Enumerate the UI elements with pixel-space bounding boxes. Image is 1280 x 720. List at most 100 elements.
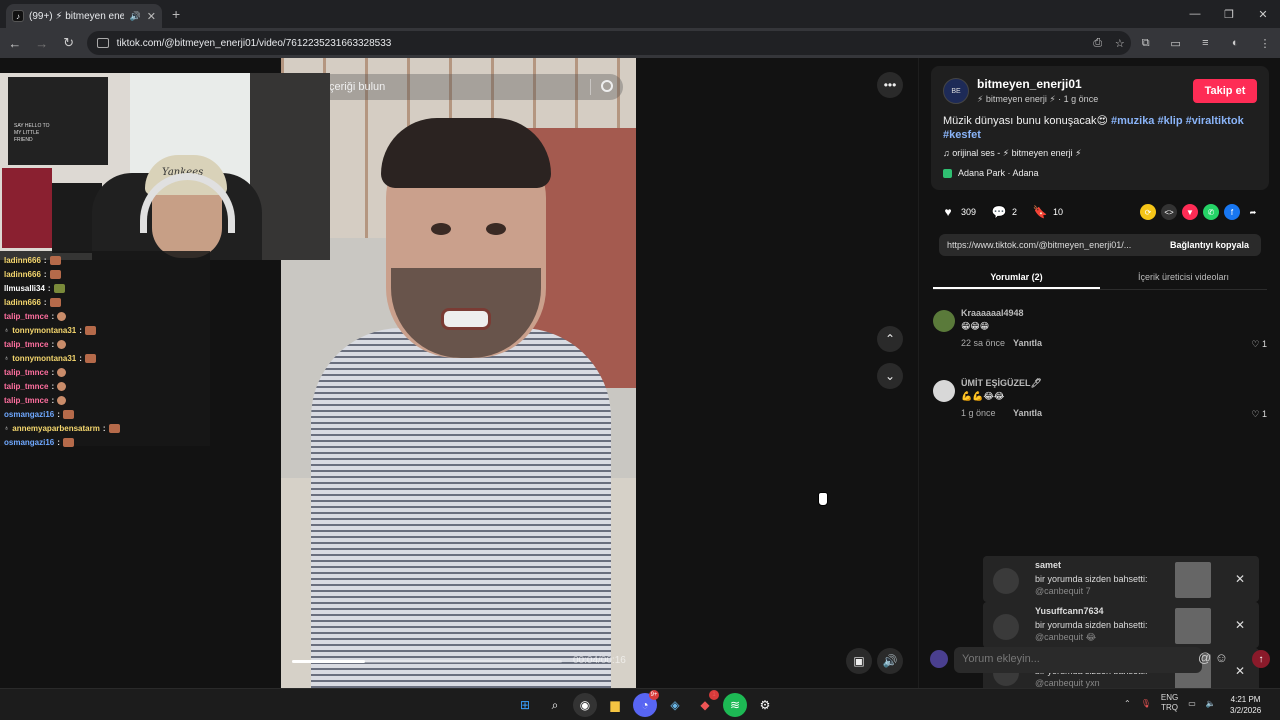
comment-button[interactable]: 💬 2: [990, 203, 1018, 221]
commenter-avatar[interactable]: [933, 310, 955, 332]
browser-tab[interactable]: ♪ (99+) ⚡ bitmeyen enerji ⚡ 🔊 ✕: [6, 4, 162, 28]
search-icon[interactable]: [601, 80, 613, 92]
reload-icon[interactable]: ↻: [57, 31, 81, 55]
file-explorer-icon[interactable]: ▆: [603, 693, 627, 717]
chat-username[interactable]: ladinn666: [4, 298, 41, 307]
extensions-icon[interactable]: ⧉: [1131, 37, 1161, 50]
close-window-button[interactable]: ✕: [1246, 0, 1280, 28]
chevron-down-icon[interactable]: ⌄: [877, 363, 903, 389]
facebook-icon[interactable]: f: [1224, 204, 1240, 220]
reply-button[interactable]: Yanıtla: [1013, 338, 1042, 348]
author-name[interactable]: bitmeyen_enerji01: [977, 77, 1082, 91]
location-icon: [943, 168, 952, 178]
chat-emote-icon: [57, 311, 67, 321]
windows-start-icon[interactable]: ⊞: [513, 693, 537, 717]
chat-message: talip_tmnce:: [4, 337, 206, 351]
search-icon[interactable]: ⌕: [543, 693, 567, 717]
cast-icon[interactable]: ▭: [1161, 37, 1191, 50]
back-icon[interactable]: ←: [3, 31, 27, 55]
chat-username[interactable]: ladinn666: [4, 256, 41, 265]
author-avatar[interactable]: BE: [943, 78, 969, 104]
reply-button[interactable]: Yanıtla: [1013, 408, 1042, 418]
language-indicator[interactable]: ENG TRQ: [1161, 693, 1178, 713]
video-progress-bar[interactable]: [292, 660, 562, 663]
profile-avatar[interactable]: ◐: [1220, 37, 1250, 49]
close-icon[interactable]: ✕: [1235, 572, 1245, 586]
bookmark-star-icon[interactable]: ☆: [1109, 37, 1131, 50]
clock[interactable]: 4:21 PM 3/2/2026: [1230, 694, 1261, 716]
install-app-icon[interactable]: ⎙: [1087, 37, 1109, 50]
share-arrow-icon[interactable]: ➦: [1245, 204, 1261, 220]
tab-search-icon[interactable]: ≡: [1190, 37, 1220, 49]
speaker-icon[interactable]: 🔈: [1206, 699, 1216, 708]
follow-button[interactable]: Takip et: [1193, 79, 1257, 103]
spotify-icon[interactable]: ≋: [723, 693, 747, 717]
discord-icon[interactable]: ◔ 9+: [633, 690, 659, 717]
steam-icon[interactable]: ◈: [663, 693, 687, 717]
mention-notification[interactable]: samet bir yorumda sizden bahsetti: @canbeq…: [983, 556, 1259, 602]
mention-emoji-icons[interactable]: @ ☺: [1198, 650, 1228, 665]
chrome-icon[interactable]: ◉: [573, 693, 597, 717]
chat-username[interactable]: osmangazi16: [4, 438, 54, 447]
comment-like-button[interactable]: ♡ 1: [1251, 339, 1267, 350]
chat-message: ladinn666:: [4, 267, 206, 281]
chat-username[interactable]: tonnymontana31: [12, 354, 76, 363]
music-link[interactable]: ♫ orijinal ses - ⚡ bitmeyen enerji ⚡: [943, 148, 1081, 159]
app-icon[interactable]: ◆ 1: [693, 690, 719, 717]
send-icon[interactable]: ↑: [1252, 650, 1270, 668]
comment-text: 💪💪😂😂: [961, 391, 1005, 401]
chevron-up-icon[interactable]: ⌃: [877, 326, 903, 352]
chat-separator: :: [79, 325, 82, 335]
comment-input[interactable]: Yorum ekleyin...: [954, 647, 1202, 673]
tab-close-icon[interactable]: ✕: [147, 10, 156, 23]
comment-like-button[interactable]: ♡ 1: [1251, 409, 1267, 420]
chevron-up-icon[interactable]: ⌃: [1124, 699, 1131, 708]
chat-username[interactable]: talip_tmnce: [4, 382, 48, 391]
chat-username[interactable]: llmusalli34: [4, 284, 45, 293]
chat-message: osmangazi16:: [4, 407, 206, 421]
commenter-name[interactable]: Kraaaaaal4948: [961, 308, 1024, 318]
chat-username[interactable]: ladinn666: [4, 270, 41, 279]
new-tab-button[interactable]: +: [172, 6, 180, 22]
chat-separator: :: [47, 283, 51, 293]
forward-icon[interactable]: →: [30, 31, 54, 55]
chat-username[interactable]: talip_tmnce: [4, 368, 48, 377]
save-button[interactable]: 🔖 10: [1031, 203, 1064, 221]
copy-link-button[interactable]: Bağlantıyı kopyala: [1158, 240, 1261, 250]
microphone-icon[interactable]: 🎙: [1141, 699, 1151, 708]
commenter-avatar[interactable]: [933, 380, 955, 402]
chat-username[interactable]: tonnymontana31: [12, 326, 76, 335]
whatsapp-icon[interactable]: ✆: [1203, 204, 1219, 220]
location-link[interactable]: Adana Park · Adana: [943, 168, 1039, 178]
send-friends-icon[interactable]: ▼: [1182, 204, 1198, 220]
heart-icon: ♥: [944, 205, 952, 219]
url-field[interactable]: tiktok.com/@bitmeyen_enerji01/video/7612…: [86, 31, 1131, 55]
chat-emote-icon: [84, 325, 96, 335]
menu-icon[interactable]: ⋮: [1250, 37, 1280, 50]
chat-username[interactable]: annemyaparbensatarm: [12, 424, 100, 433]
video-player[interactable]: [281, 58, 636, 688]
chat-username[interactable]: talip_tmnce: [4, 312, 48, 321]
tab-creator-videos[interactable]: İçerik üreticisi videoları: [1100, 266, 1267, 289]
chat-username[interactable]: talip_tmnce: [4, 396, 48, 405]
search-input[interactable]: çeriği bulun: [285, 74, 623, 100]
embed-icon[interactable]: <>: [1161, 204, 1177, 220]
site-info-icon[interactable]: [96, 38, 109, 48]
volume-icon[interactable]: 🔊: [877, 648, 903, 674]
commenter-name[interactable]: ÜMİT EŞİGÜZEL🖊: [961, 378, 1042, 389]
stream-chat: ladinn666: ladinn666: llmusalli34: ladinn66…: [0, 251, 210, 447]
close-icon[interactable]: ✕: [1235, 618, 1245, 632]
chat-username[interactable]: osmangazi16: [4, 410, 54, 419]
chat-username[interactable]: talip_tmnce: [4, 340, 48, 349]
chat-emote-icon: [108, 423, 120, 433]
tab-comments[interactable]: Yorumlar (2): [933, 266, 1100, 289]
more-options-icon[interactable]: •••: [877, 72, 903, 98]
miniplayer-icon[interactable]: ▣: [846, 648, 872, 674]
like-button[interactable]: ♥ 309: [939, 203, 976, 221]
minimize-button[interactable]: —: [1178, 0, 1212, 28]
repost-icon[interactable]: ⟳: [1140, 204, 1156, 220]
settings-gear-icon[interactable]: ⚙: [753, 693, 777, 717]
network-icon[interactable]: ▭: [1188, 699, 1196, 708]
restore-button[interactable]: ❐: [1212, 0, 1246, 28]
speaker-icon[interactable]: 🔊: [130, 11, 141, 22]
